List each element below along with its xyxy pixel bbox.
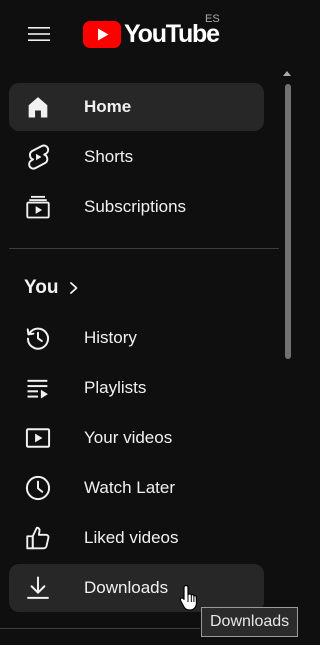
nav-item-shorts[interactable]: Shorts	[9, 133, 264, 181]
scrollbar-thumb[interactable]	[285, 84, 291, 359]
nav-item-subscriptions[interactable]: Subscriptions	[9, 183, 264, 231]
nav-item-label: Shorts	[84, 147, 134, 166]
guide-header: YouTube ES	[0, 0, 312, 64]
shorts-icon	[24, 143, 52, 171]
home-icon	[24, 93, 52, 121]
sidebar-guide: YouTube ES Home Shorts Subscriptions You…	[0, 0, 312, 645]
nav-item-label: Watch Later	[84, 478, 176, 497]
you-section-header[interactable]: You	[24, 272, 80, 304]
history-icon	[24, 324, 52, 352]
nav-item-your-videos[interactable]: Your videos	[9, 414, 264, 462]
liked-videos-icon	[24, 524, 52, 552]
nav-item-downloads[interactable]: Downloads	[9, 564, 264, 612]
nav-item-label: History	[84, 328, 137, 347]
hamburger-menu-icon	[28, 27, 50, 41]
your-videos-icon	[24, 424, 52, 452]
tooltip: Downloads	[201, 607, 299, 637]
nav-item-playlists[interactable]: Playlists	[9, 364, 264, 412]
scrollbar-up-arrow[interactable]	[283, 71, 291, 76]
you-section-title: You	[24, 277, 59, 298]
country-code: ES	[205, 13, 220, 25]
subscriptions-icon	[24, 193, 52, 221]
nav-item-label: Your videos	[84, 428, 173, 447]
menu-button[interactable]	[17, 14, 61, 54]
nav-item-label: Downloads	[84, 578, 169, 597]
nav-item-label: Home	[84, 97, 132, 116]
chevron-right-icon	[68, 280, 80, 296]
nav-item-label: Playlists	[84, 378, 147, 397]
nav-item-label: Liked videos	[84, 528, 179, 547]
nav-item-watch-later[interactable]: Watch Later	[9, 464, 264, 512]
watch-later-icon	[24, 474, 52, 502]
nav-item-history[interactable]: History	[9, 314, 264, 362]
nav-item-liked-videos[interactable]: Liked videos	[9, 514, 264, 562]
nav-item-home[interactable]: Home	[9, 83, 264, 131]
youtube-logo[interactable]: YouTube	[83, 20, 220, 48]
downloads-icon	[24, 574, 52, 602]
playlists-icon	[24, 374, 52, 402]
nav-item-label: Subscriptions	[84, 197, 187, 216]
section-divider	[9, 248, 279, 249]
youtube-play-logo-icon	[83, 20, 121, 48]
section-divider	[0, 628, 200, 629]
